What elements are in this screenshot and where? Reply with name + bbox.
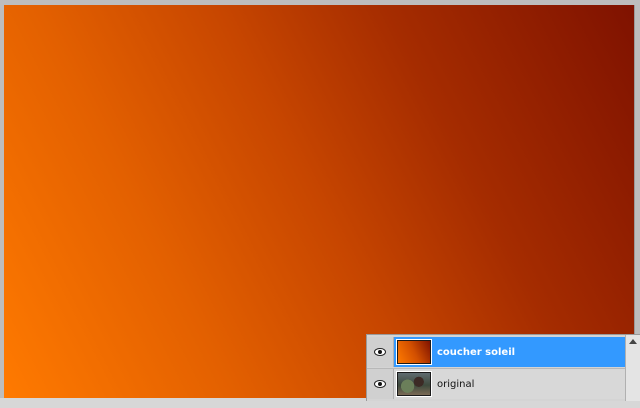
layer-thumbnail[interactable] xyxy=(396,339,432,365)
layer-name: original xyxy=(437,378,475,390)
scroll-up-icon[interactable] xyxy=(629,339,637,344)
layer-row-coucher-soleil[interactable]: coucher soleil xyxy=(367,337,625,367)
layer-thumbnail[interactable] xyxy=(396,371,432,397)
visibility-toggle[interactable] xyxy=(367,337,394,367)
document-window: coucher soleil original xyxy=(0,0,640,408)
eye-icon xyxy=(374,348,386,356)
layers-scrollbar[interactable] xyxy=(625,335,640,401)
visibility-toggle[interactable] xyxy=(367,369,394,399)
layer-name: coucher soleil xyxy=(437,346,516,358)
layers-panel: coucher soleil original xyxy=(366,334,640,401)
layer-row-original[interactable]: original xyxy=(367,368,625,399)
eye-icon xyxy=(374,380,386,388)
